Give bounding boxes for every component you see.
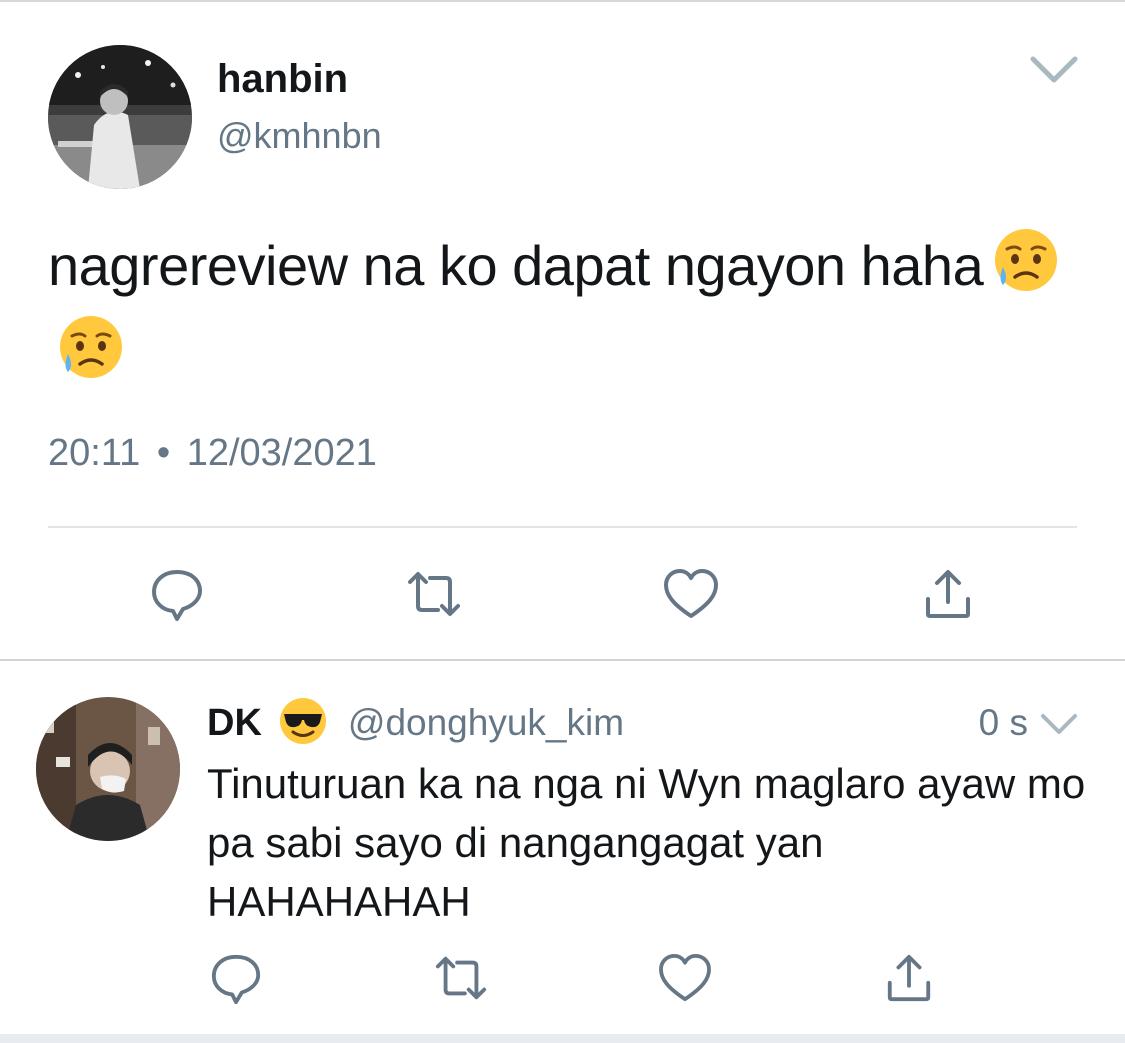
user-handle[interactable]: @donghyuk_kim	[348, 702, 624, 744]
tweet-timestamp: 20:11 • 12/03/2021	[48, 430, 377, 476]
tweet-time: 20:11	[48, 432, 141, 474]
retweet-icon[interactable]	[431, 948, 491, 1008]
top-border	[0, 0, 1125, 2]
display-name[interactable]: DK	[207, 702, 262, 745]
avatar[interactable]	[36, 697, 180, 841]
retweet-icon[interactable]	[404, 564, 464, 624]
bottom-separator	[0, 1034, 1125, 1043]
chevron-down-icon[interactable]	[1030, 54, 1078, 84]
divider	[48, 526, 1077, 528]
avatar[interactable]	[48, 45, 192, 189]
user-handle[interactable]: @kmhnbn	[217, 114, 382, 158]
sad-but-relieved-face-emoji	[993, 227, 1059, 313]
sad-but-relieved-face-emoji	[58, 314, 124, 400]
tweet-text-content: nagrereview na ko dapat ngayon haha	[48, 234, 984, 297]
tweet-date: 12/03/2021	[186, 432, 377, 474]
section-divider	[0, 659, 1125, 661]
chevron-down-icon[interactable]	[1040, 712, 1078, 736]
share-icon[interactable]	[879, 948, 939, 1008]
reply-header: DK @donghyuk_kim	[207, 697, 624, 745]
tweet-text: nagrereview na ko dapat ngayon haha	[48, 226, 1088, 400]
like-icon[interactable]	[661, 564, 721, 624]
avatar-photo	[48, 45, 192, 189]
like-icon[interactable]	[655, 948, 715, 1008]
smiling-face-with-sunglasses-emoji	[278, 696, 328, 751]
share-icon[interactable]	[918, 564, 978, 624]
tweet-text: Tinuturuan ka na nga ni Wyn maglaro ayaw…	[207, 760, 1086, 925]
meta-separator: •	[156, 432, 171, 474]
reply-icon[interactable]	[206, 948, 266, 1008]
avatar-photo	[36, 697, 180, 841]
display-name[interactable]: hanbin	[217, 55, 348, 103]
reply-icon[interactable]	[147, 564, 207, 624]
tweet-time: 0 s	[978, 702, 1028, 743]
